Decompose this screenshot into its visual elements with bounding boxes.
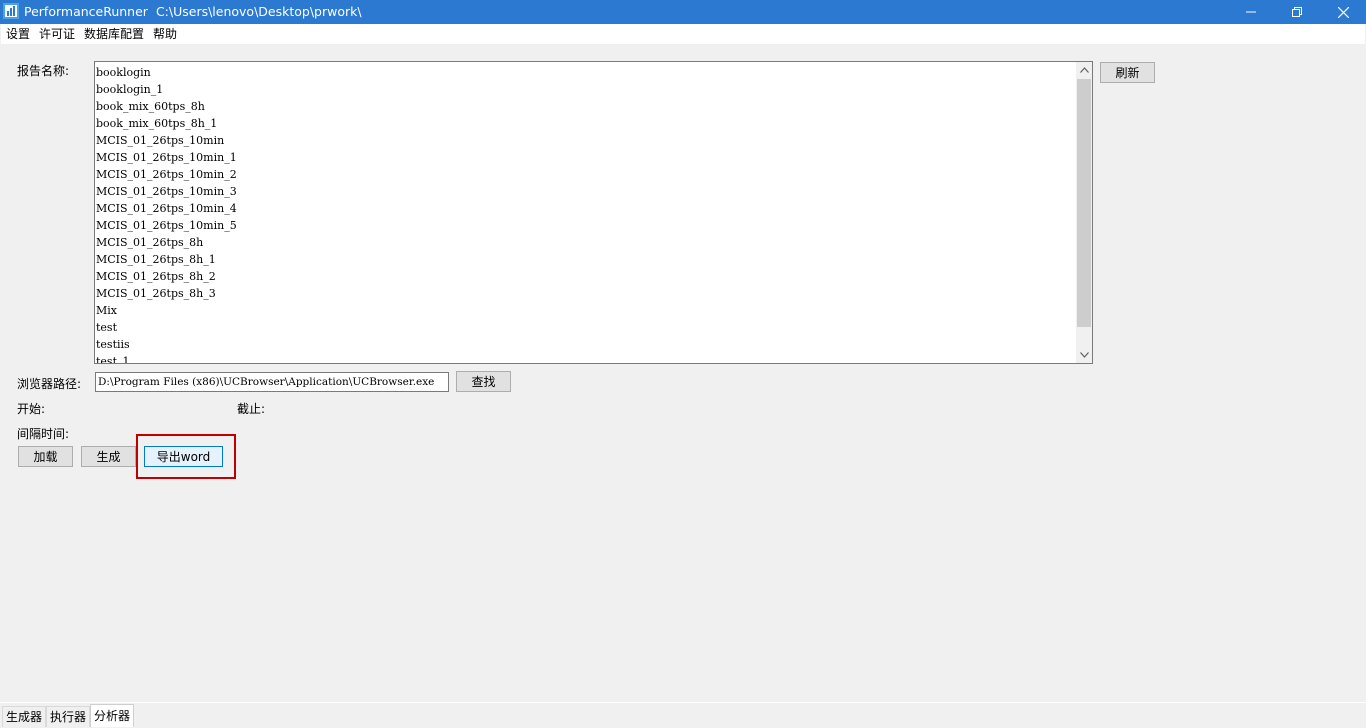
close-button[interactable] <box>1320 0 1366 24</box>
find-button[interactable]: 查找 <box>456 371 511 392</box>
working-path: C:\Users\lenovo\Desktop\prwork\ <box>155 4 362 19</box>
list-item[interactable]: test_1 <box>96 353 1076 363</box>
restore-button[interactable] <box>1274 0 1320 24</box>
app-icon <box>3 3 19 19</box>
app-window: PerformanceRunner C:\Users\lenovo\Desktop… <box>0 0 1366 728</box>
report-list: booklogin booklogin_1 book_mix_60tps_8h … <box>96 64 1076 363</box>
list-item[interactable]: booklogin_1 <box>96 81 1076 98</box>
list-item[interactable]: MCIS_01_26tps_10min <box>96 132 1076 149</box>
menu-database-config[interactable]: 数据库配置 <box>79 24 148 44</box>
list-item[interactable]: MCIS_01_26tps_8h <box>96 234 1076 251</box>
load-button[interactable]: 加载 <box>18 446 73 467</box>
menu-help[interactable]: 帮助 <box>148 24 181 44</box>
list-item[interactable]: MCIS_01_26tps_8h_3 <box>96 285 1076 302</box>
scroll-down-button[interactable] <box>1076 347 1092 363</box>
list-item[interactable]: MCIS_01_26tps_10min_4 <box>96 200 1076 217</box>
window-title: PerformanceRunner C:\Users\lenovo\Desktop… <box>24 4 362 19</box>
report-name-label: 报告名称: <box>17 64 70 78</box>
list-item[interactable]: MCIS_01_26tps_8h_2 <box>96 268 1076 285</box>
generate-button[interactable]: 生成 <box>81 446 136 467</box>
list-item[interactable]: MCIS_01_26tps_8h_1 <box>96 251 1076 268</box>
list-item[interactable]: MCIS_01_26tps_10min_3 <box>96 183 1076 200</box>
highlight-box <box>136 434 236 479</box>
title-bar[interactable]: PerformanceRunner C:\Users\lenovo\Desktop… <box>0 0 1366 24</box>
start-label: 开始: <box>17 402 46 416</box>
restore-icon <box>1292 7 1302 17</box>
minimize-icon <box>1246 11 1256 13</box>
list-item[interactable]: book_mix_60tps_8h <box>96 98 1076 115</box>
menu-bar: 设置 许可证 数据库配置 帮助 <box>1 24 1365 44</box>
app-name: PerformanceRunner <box>24 4 148 19</box>
list-item[interactable]: MCIS_01_26tps_10min_1 <box>96 149 1076 166</box>
list-item[interactable]: MCIS_01_26tps_10min_5 <box>96 217 1076 234</box>
list-item[interactable]: book_mix_60tps_8h_1 <box>96 115 1076 132</box>
minimize-button[interactable] <box>1228 0 1274 24</box>
interval-label: 间隔时间: <box>17 427 70 441</box>
tab-executor[interactable]: 执行器 <box>46 706 91 727</box>
list-item[interactable]: MCIS_01_26tps_10min_2 <box>96 166 1076 183</box>
menu-license[interactable]: 许可证 <box>34 24 79 44</box>
chevron-down-icon <box>1079 352 1089 358</box>
report-listbox[interactable]: booklogin booklogin_1 book_mix_60tps_8h … <box>94 61 1093 364</box>
menu-settings[interactable]: 设置 <box>1 24 34 44</box>
tab-strip: 生成器 执行器 分析器 <box>2 704 135 727</box>
list-item[interactable]: testiis <box>96 336 1076 353</box>
browser-path-label: 浏览器路径: <box>17 377 82 391</box>
tab-generator[interactable]: 生成器 <box>2 706 47 727</box>
list-item[interactable]: test <box>96 319 1076 336</box>
chevron-up-icon <box>1079 67 1089 73</box>
tab-analyzer[interactable]: 分析器 <box>90 704 135 727</box>
vertical-scrollbar[interactable] <box>1076 62 1092 363</box>
list-item[interactable]: booklogin <box>96 64 1076 81</box>
list-item[interactable]: Mix <box>96 302 1076 319</box>
scroll-thumb[interactable] <box>1077 79 1091 327</box>
refresh-button[interactable]: 刷新 <box>1100 62 1155 83</box>
end-label: 截止: <box>237 402 266 416</box>
close-icon <box>1337 6 1349 18</box>
browser-path-input[interactable]: D:\Program Files (x86)\UCBrowser\Applica… <box>95 372 449 392</box>
scroll-up-button[interactable] <box>1076 62 1092 78</box>
tab-separator <box>0 702 1366 703</box>
